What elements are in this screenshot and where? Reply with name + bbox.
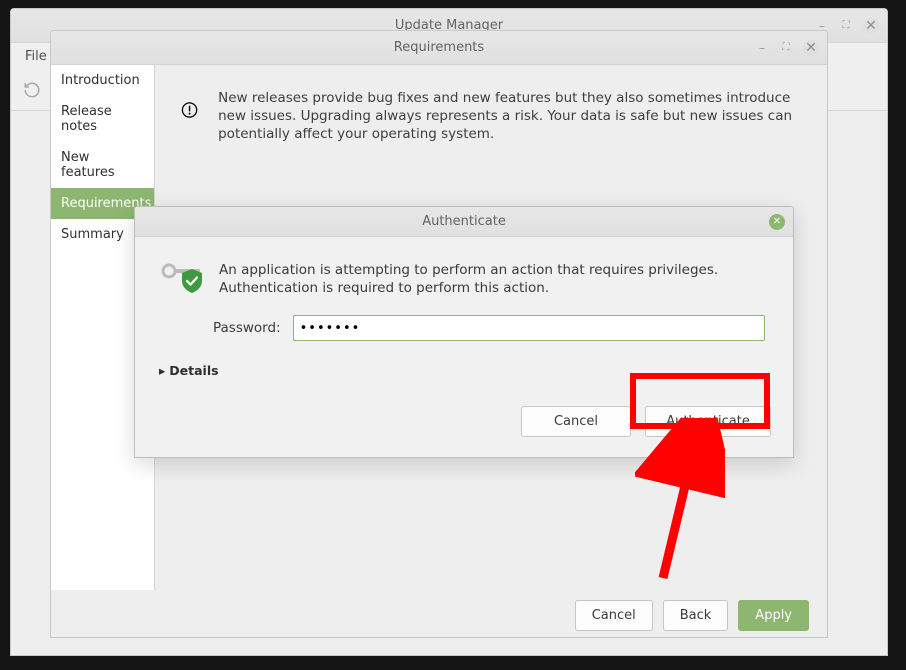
details-label: Details [169, 363, 218, 378]
requirements-titlebar: Requirements – ⛶ ✕ [51, 31, 827, 65]
password-label: Password: [213, 320, 281, 336]
close-icon[interactable]: ✕ [863, 18, 879, 34]
sidebar-item-new-features[interactable]: New features [51, 142, 154, 188]
close-icon[interactable]: ✕ [769, 214, 785, 230]
warning-icon [181, 89, 198, 131]
details-toggle[interactable]: ▸ Details [159, 363, 765, 378]
cancel-button[interactable]: Cancel [575, 600, 653, 631]
menu-file[interactable]: File [19, 46, 53, 67]
cancel-button[interactable]: Cancel [521, 406, 631, 437]
key-shield-icon [163, 261, 205, 295]
chevron-right-icon: ▸ [159, 363, 165, 378]
back-button[interactable]: Back [663, 600, 729, 631]
toolbar-refresh[interactable] [23, 81, 41, 99]
minimize-icon[interactable]: – [755, 41, 769, 55]
authenticate-dialog: Authenticate ✕ An application is attempt… [134, 206, 794, 458]
maximize-icon[interactable]: ⛶ [839, 19, 853, 33]
authenticate-message: An application is attempting to perform … [219, 261, 765, 297]
sidebar-item-release-notes[interactable]: Release notes [51, 96, 154, 142]
sidebar-item-introduction[interactable]: Introduction [51, 65, 154, 96]
requirements-title: Requirements [394, 40, 484, 55]
authenticate-titlebar: Authenticate ✕ [135, 207, 793, 237]
password-input[interactable] [293, 315, 765, 341]
maximize-icon[interactable]: ⛶ [779, 41, 793, 55]
authenticate-title: Authenticate [422, 214, 506, 229]
requirements-info-text: New releases provide bug fixes and new f… [218, 89, 801, 144]
authenticate-button[interactable]: Authenticate [645, 406, 771, 437]
close-icon[interactable]: ✕ [803, 40, 819, 56]
requirements-footer: Cancel Back Apply [51, 590, 827, 641]
apply-button[interactable]: Apply [738, 600, 809, 631]
